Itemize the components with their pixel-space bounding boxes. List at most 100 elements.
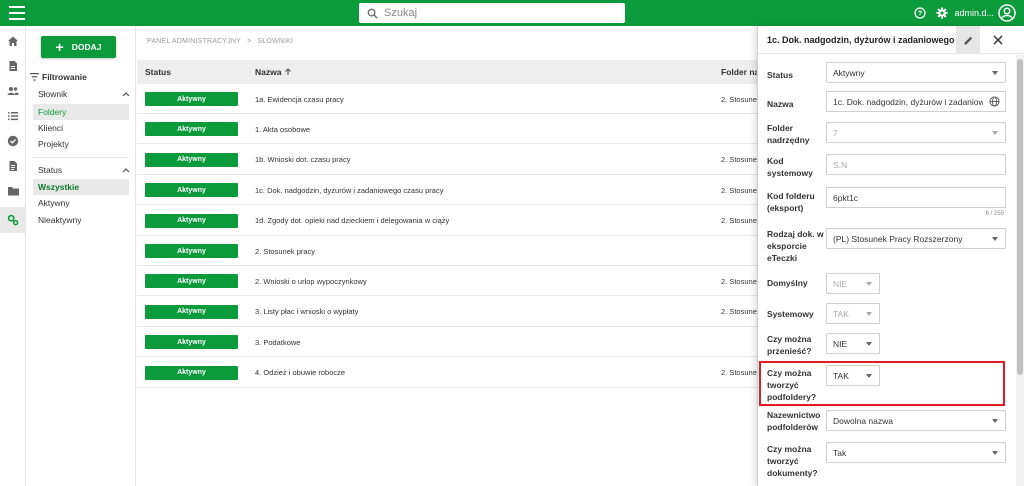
column-header-name[interactable]: Nazwa xyxy=(255,60,292,84)
table-row[interactable]: Aktywny 3. Podatkowe xyxy=(137,327,757,358)
search-input[interactable] xyxy=(384,7,614,19)
caret-down-icon xyxy=(992,131,998,135)
check-circle-icon[interactable] xyxy=(0,128,26,154)
field-label-export-code: Kod folderu (eksport) xyxy=(767,191,815,213)
file-text-icon[interactable] xyxy=(0,153,26,179)
add-button-label: DODAJ xyxy=(71,42,102,52)
filter-item-aktywny[interactable]: Aktywny xyxy=(33,195,129,211)
parent-folder-select: 7 xyxy=(826,122,1006,143)
caret-down-icon xyxy=(992,451,998,455)
close-button[interactable] xyxy=(986,26,1010,54)
filter-group-slownik[interactable]: Słownik xyxy=(38,89,130,99)
parent-folder: 2. Stosunek pracy xyxy=(721,185,757,195)
user-avatar-icon[interactable] xyxy=(998,4,1016,22)
close-icon xyxy=(993,35,1003,45)
caret-down-icon xyxy=(992,71,998,75)
folder-icon[interactable] xyxy=(0,178,26,204)
filter-group-status[interactable]: Status xyxy=(38,165,130,175)
field-label-default: Domyślny xyxy=(767,278,808,288)
table-row[interactable]: Aktywny 1d. Zgody dot. opieki nad dziecki… xyxy=(137,206,757,236)
table-row[interactable]: Aktywny 2. Stosunek pracy xyxy=(137,236,757,266)
field-label-name: Nazwa xyxy=(767,99,794,109)
field-label-status: Status xyxy=(767,70,793,80)
field-label-doc-kind: Rodzaj dok. w eksporcie eTeczki xyxy=(767,229,824,263)
movable-select[interactable]: NIE xyxy=(826,333,880,354)
breadcrumb-item-slowniki[interactable]: SŁOWNIKI xyxy=(257,38,293,45)
table-row[interactable]: Aktywny 1c. Dok. nadgodzin, dyżurów i zad… xyxy=(137,175,757,206)
chevron-up-icon xyxy=(122,165,130,175)
add-button[interactable]: + DODAJ xyxy=(41,36,116,58)
svg-text:?: ? xyxy=(918,9,923,18)
parent-folder xyxy=(721,327,757,357)
filter-icon xyxy=(30,73,39,81)
left-navigation xyxy=(0,26,26,486)
table-row[interactable]: Aktywny 1a. Ewidencja czasu pracy 2. Stosu… xyxy=(137,84,757,114)
table-row[interactable]: Aktywny 1b. Wnioski dot. czasu pracy 2. St… xyxy=(137,145,757,175)
caret-down-icon xyxy=(866,342,872,346)
drawer-header: 1c. Dok. nadgodzin, dyżurów i zadanioweg… xyxy=(758,26,1024,54)
home-icon[interactable] xyxy=(0,28,26,54)
parent-folder: 2. Stosunek pracy xyxy=(721,94,757,104)
folder-name: 4. Odzież i obuwie robocze xyxy=(255,368,346,378)
hamburger-menu-icon[interactable] xyxy=(9,6,25,20)
top-bar: ? admin.d... xyxy=(0,0,1024,26)
breadcrumb-item-panel[interactable]: PANEL ADMINISTRACYJNY xyxy=(147,38,241,45)
status-select[interactable]: Aktywny xyxy=(826,62,1006,83)
parent-folder: 2. Stosunek pracy xyxy=(721,368,757,378)
status-badge: Aktywny xyxy=(145,244,238,258)
gear-icon[interactable] xyxy=(936,7,948,19)
documents-select[interactable]: Tak xyxy=(826,442,1006,463)
table-row[interactable]: Aktywny 2. Wnioski o urlop wypoczynkowy 2.… xyxy=(137,266,757,297)
doc-kind-select[interactable]: (PL) Stosunek Pracy Rozszerzony xyxy=(826,228,1006,249)
table-row[interactable]: Aktywny 3. Listy płac i wnioski o wypłaty… xyxy=(137,297,757,327)
edit-button[interactable] xyxy=(956,26,980,54)
folder-name: 1b. Wnioski dot. czasu pracy xyxy=(255,155,351,165)
field-label-code: Kod systemowy xyxy=(767,156,813,178)
caret-down-icon xyxy=(992,419,998,423)
filter-item-projekty[interactable]: Projekty xyxy=(33,136,129,152)
column-header-status[interactable]: Status xyxy=(145,60,171,84)
user-name[interactable]: admin.d... xyxy=(954,8,994,18)
help-icon[interactable]: ? xyxy=(914,7,927,19)
settings-icon[interactable] xyxy=(0,207,26,233)
status-badge: Aktywny xyxy=(145,183,238,198)
naming-select[interactable]: Dowolna nazwa xyxy=(826,410,1006,431)
plus-icon: + xyxy=(55,39,64,55)
parent-folder: 2. Stosunek pracy xyxy=(721,216,757,226)
search-box[interactable] xyxy=(359,3,625,23)
arrow-up-icon xyxy=(285,68,292,75)
filter-item-wszystkie[interactable]: Wszystkie xyxy=(33,179,129,195)
filter-item-foldery[interactable]: Foldery xyxy=(33,104,129,120)
name-input[interactable]: 1c. Dok. nadgodzin, dyżurów i zadanioweg… xyxy=(826,91,1006,112)
status-badge: Aktywny xyxy=(145,213,238,228)
folder-name: 1. Akta osobowe xyxy=(255,124,311,134)
filter-item-nieaktywny[interactable]: Nieaktywny xyxy=(33,212,129,228)
caret-down-icon xyxy=(866,282,872,286)
globe-icon[interactable] xyxy=(989,96,1000,107)
export-code-input[interactable]: 6pkt1c xyxy=(826,187,1006,208)
list-icon[interactable] xyxy=(0,103,26,129)
subfolders-select[interactable]: TAK xyxy=(826,365,880,386)
users-icon[interactable] xyxy=(0,78,26,104)
folder-name: 3. Podatkowe xyxy=(255,337,301,347)
table-row[interactable]: Aktywny 4. Odzież i obuwie robocze 2. Stos… xyxy=(137,358,757,388)
drawer-scrollbar[interactable] xyxy=(1016,55,1024,486)
caret-down-icon xyxy=(992,237,998,241)
scrollbar-thumb[interactable] xyxy=(1017,59,1023,375)
divider xyxy=(33,157,129,158)
folder-name: 2. Stosunek pracy xyxy=(255,246,316,256)
filter-item-klienci[interactable]: Klienci xyxy=(33,120,129,136)
field-label-parent: Folder nadrzędny xyxy=(767,123,810,145)
document-icon[interactable] xyxy=(0,53,26,79)
table-row[interactable]: Aktywny 1. Akta osobowe xyxy=(137,114,757,145)
filter-heading: Filtrowanie xyxy=(30,72,87,82)
parent-folder: 2. Stosunek pracy xyxy=(721,307,757,317)
parent-folder: 2. Stosunek pracy xyxy=(721,276,757,286)
field-label-subfolders: Czy można tworzyć podfoldery? xyxy=(767,368,817,402)
field-label-naming: Nazewnictwo podfolderów xyxy=(767,410,821,432)
status-badge: Aktywny xyxy=(145,304,238,319)
chevron-up-icon xyxy=(122,89,130,99)
drawer-title: 1c. Dok. nadgodzin, dyżurów i zadanioweg… xyxy=(767,35,955,45)
status-badge: Aktywny xyxy=(145,92,238,106)
status-badge: Aktywny xyxy=(145,274,238,289)
